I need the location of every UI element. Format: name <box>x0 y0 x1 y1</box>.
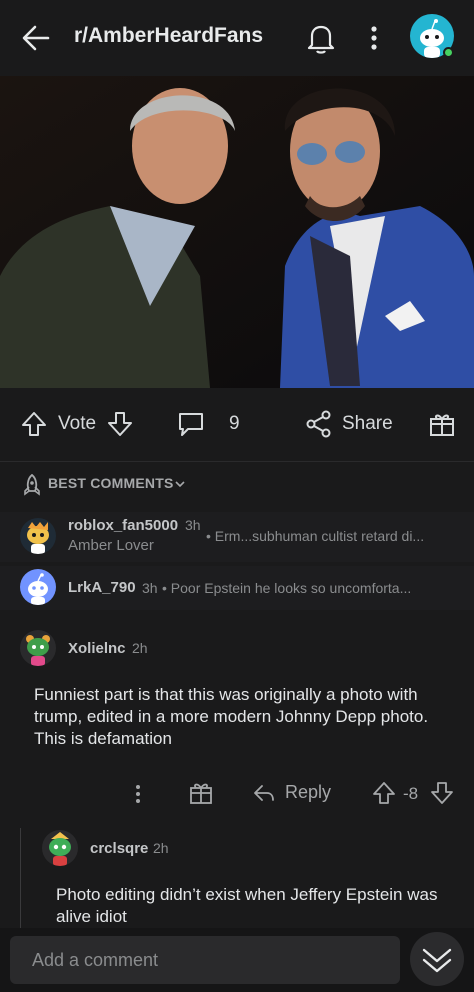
gift-award-icon <box>430 414 454 436</box>
commenter-avatar[interactable] <box>20 630 56 666</box>
comment-upvote-button[interactable] <box>372 780 396 811</box>
snoo-avatar-icon <box>27 522 49 554</box>
double-chevron-down-icon <box>422 948 452 973</box>
reply-arrow-icon <box>254 785 274 801</box>
commenter-avatar[interactable] <box>20 569 56 605</box>
collapsed-comment[interactable]: LrkA_790 3h • Poor Epstein he looks so u… <box>0 566 474 610</box>
share-icon <box>306 410 331 438</box>
more-options-button[interactable] <box>360 20 388 56</box>
sort-label[interactable]: BEST COMMENTS <box>48 475 174 491</box>
gift-award-icon <box>190 783 212 804</box>
more-vertical-icon <box>136 785 140 803</box>
comment-age: 3h <box>185 517 201 533</box>
bell-icon <box>307 25 335 54</box>
next-comment-button[interactable] <box>410 932 464 986</box>
subreddit-title[interactable]: r/AmberHeardFans <box>74 24 263 48</box>
comment-more-button[interactable] <box>128 782 148 811</box>
top-bar: r/AmberHeardFans <box>0 0 474 76</box>
collapsed-comment[interactable]: roblox_fan5000 3h Amber Lover • Erm...su… <box>0 512 474 562</box>
user-flair: Amber Lover <box>68 537 154 554</box>
comments-button[interactable] <box>176 410 206 444</box>
post-photo-illustration <box>0 76 474 388</box>
comment-score: -8 <box>403 784 419 803</box>
downvote-arrow-icon <box>108 412 132 436</box>
snoo-avatar-icon <box>49 832 71 866</box>
comment-username[interactable]: Xolielnc <box>68 640 126 657</box>
reply-body: Photo editing didn’t exist when Jeffery … <box>56 885 438 926</box>
chevron-down-icon <box>175 481 185 488</box>
upvote-button[interactable] <box>20 410 48 444</box>
comment-username[interactable]: LrkA_790 <box>68 579 136 596</box>
online-status-dot <box>443 47 454 58</box>
comment-preview: • Erm...subhuman cultist retard di... <box>206 528 425 544</box>
reply-age: 2h <box>153 840 169 856</box>
rocket-icon <box>24 474 40 496</box>
back-button[interactable] <box>18 20 54 56</box>
upvote-arrow-icon <box>22 412 46 436</box>
comment-age: 3h <box>142 580 158 596</box>
post-image[interactable] <box>0 76 474 388</box>
reply-label[interactable]: Reply <box>285 782 331 803</box>
post-action-bar: Vote 9 Share <box>0 388 474 462</box>
comment-input[interactable] <box>10 936 400 984</box>
reply-username[interactable]: crclsqre <box>90 840 148 857</box>
comment-sort-bar[interactable]: BEST COMMENTS <box>0 462 474 510</box>
downvote-arrow-icon <box>431 782 453 804</box>
share-label: Share <box>342 413 393 434</box>
comment-composer <box>0 928 474 992</box>
comment-preview: • Poor Epstein he looks so uncomforta... <box>162 580 412 596</box>
comment-count: 9 <box>229 413 240 434</box>
snoo-avatar-icon <box>28 573 48 605</box>
share-button[interactable] <box>305 410 333 444</box>
comment-bubble-icon <box>179 413 203 436</box>
reply-comment: crclsqre 2h Photo editing didn’t exist w… <box>0 828 474 938</box>
comment-award-button[interactable] <box>188 780 214 811</box>
snoo-avatar-icon <box>26 635 50 666</box>
downvote-button[interactable] <box>106 410 134 444</box>
upvote-arrow-icon <box>373 782 395 804</box>
thread-line[interactable] <box>20 828 21 928</box>
comment: Xolielnc 2h Funniest part is that this w… <box>0 620 474 828</box>
comment-body: Funniest part is that this was originall… <box>34 685 429 748</box>
commenter-avatar[interactable] <box>20 518 56 554</box>
comment-downvote-button[interactable] <box>430 780 454 811</box>
comment-username[interactable]: roblox_fan5000 <box>68 517 178 534</box>
notifications-button[interactable] <box>304 20 338 56</box>
more-vertical-icon <box>371 26 377 50</box>
commenter-avatar[interactable] <box>42 830 78 866</box>
vote-label: Vote <box>58 413 97 434</box>
comment-age: 2h <box>132 640 148 656</box>
back-arrow-icon <box>22 25 50 51</box>
award-button[interactable] <box>428 410 456 444</box>
